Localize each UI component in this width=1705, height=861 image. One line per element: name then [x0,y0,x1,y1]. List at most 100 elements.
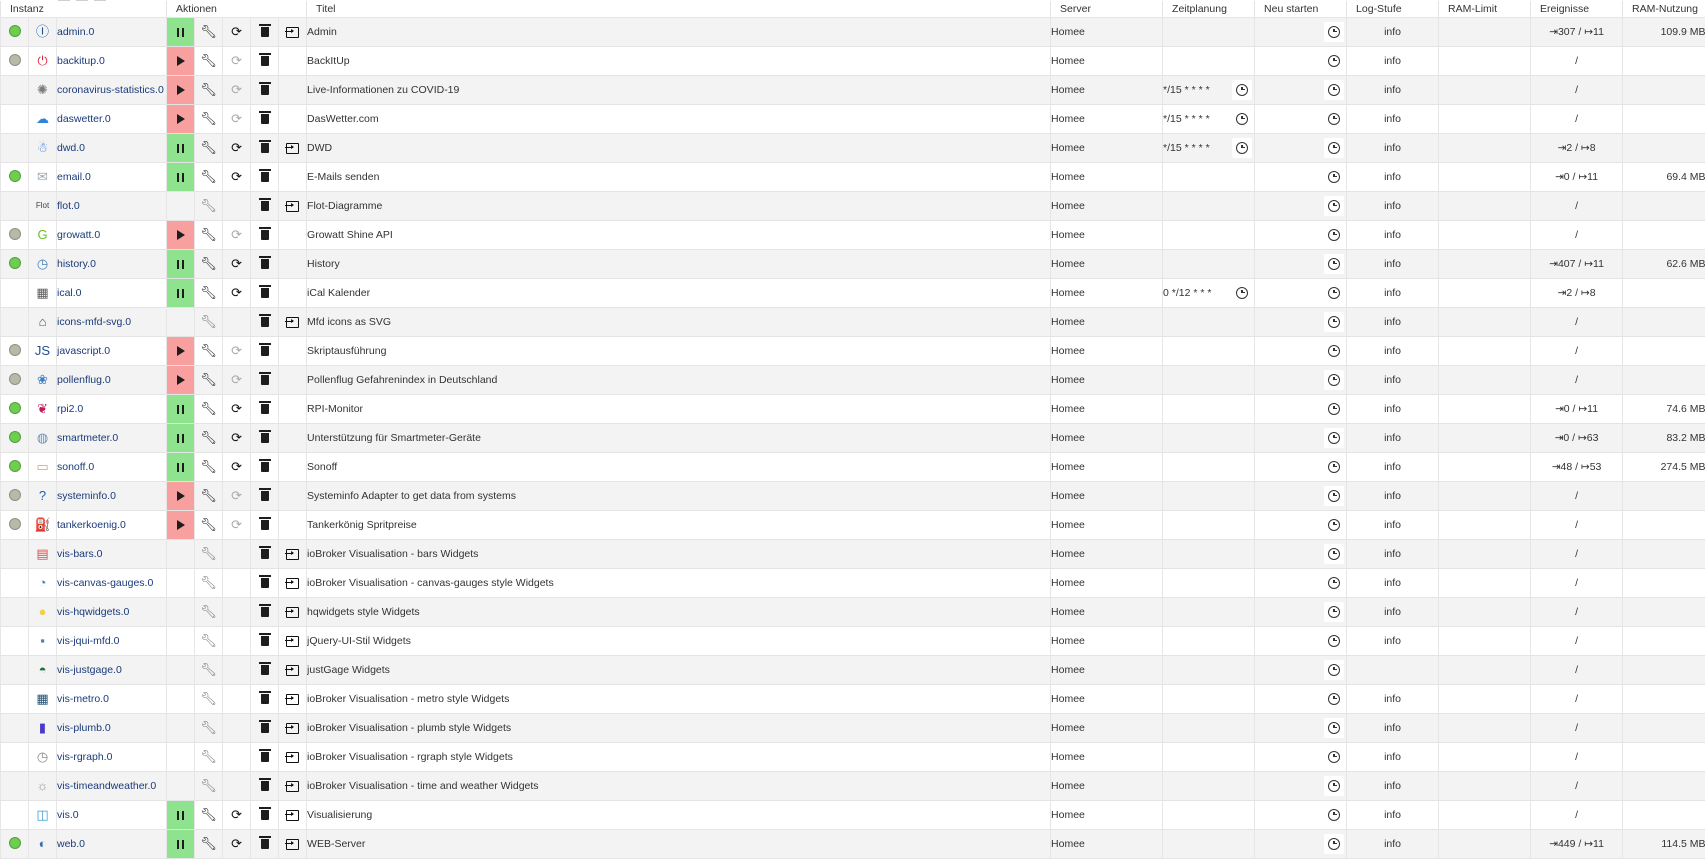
settings-button[interactable]: 🔧︎ [194,17,223,47]
instance-server[interactable]: Homee [1050,75,1163,105]
instance-link[interactable]: vis-rgraph.0 [58,751,113,763]
restart-schedule-cell[interactable] [1254,510,1347,540]
instance-link[interactable]: smartmeter.0 [58,432,119,444]
restart-schedule-cell[interactable] [1254,249,1347,279]
restart-button[interactable]: ⟳ [222,336,251,366]
restart-schedule-cell[interactable] [1254,46,1347,76]
instance-link[interactable]: vis.0 [58,809,79,821]
log-level[interactable]: info [1346,800,1439,830]
delete-button[interactable] [250,365,279,395]
settings-button[interactable]: 🔧︎ [194,626,223,656]
instance-server[interactable]: Homee [1050,568,1163,598]
schedule-button[interactable] [1232,80,1253,100]
settings-button[interactable]: 🔧︎ [194,104,223,134]
instance-link[interactable]: pollenflug.0 [58,374,111,386]
settings-button[interactable]: 🔧︎ [194,800,223,830]
restart-schedule-button[interactable] [1324,312,1345,332]
instance-name[interactable]: vis-plumb.0 [55,713,167,743]
open-web-button[interactable] [278,829,307,859]
instance-link[interactable]: dwd.0 [58,142,86,154]
header-actions[interactable]: Aktionen [166,1,307,18]
instance-link[interactable]: history.0 [58,258,96,270]
settings-button[interactable]: 🔧︎ [194,655,223,685]
ram-limit[interactable] [1438,278,1531,308]
delete-button[interactable] [250,249,279,279]
open-web-button[interactable] [278,742,307,772]
restart-schedule-button[interactable] [1324,776,1345,796]
instance-name[interactable]: admin.0 [55,17,167,47]
instance-server[interactable]: Homee [1050,191,1163,221]
ram-limit[interactable] [1438,568,1531,598]
restart-button[interactable]: ⟳ [222,394,251,424]
restart-schedule-button[interactable] [1324,254,1345,274]
settings-button[interactable]: 🔧︎ [194,307,223,337]
ram-limit[interactable] [1438,539,1531,569]
ram-limit[interactable] [1438,481,1531,511]
instance-link[interactable]: vis-jqui-mfd.0 [58,635,120,647]
pause-button[interactable] [166,278,195,308]
ram-limit[interactable] [1438,829,1531,859]
instance-link[interactable]: sonoff.0 [58,461,95,473]
instance-server[interactable]: Homee [1050,684,1163,714]
delete-button[interactable] [250,481,279,511]
restart-schedule-button[interactable] [1324,196,1345,216]
instance-server[interactable]: Homee [1050,17,1163,47]
open-web-button[interactable] [278,191,307,221]
instance-server[interactable]: Homee [1050,800,1163,830]
restart-schedule-cell[interactable] [1254,365,1347,395]
header-restart[interactable]: Neu starten [1254,1,1347,18]
delete-button[interactable] [250,46,279,76]
restart-schedule-button[interactable] [1324,834,1345,854]
instance-name[interactable]: vis-hqwidgets.0 [55,597,167,627]
instance-link[interactable]: admin.0 [58,26,95,38]
ram-limit[interactable] [1438,597,1531,627]
restart-schedule-cell[interactable] [1254,104,1347,134]
delete-button[interactable] [250,220,279,250]
instance-link[interactable]: vis-canvas-gauges.0 [58,577,154,589]
instance-link[interactable]: vis-hqwidgets.0 [58,606,130,618]
ram-limit[interactable] [1438,771,1531,801]
restart-schedule-cell[interactable] [1254,452,1347,482]
instance-name[interactable]: vis-justgage.0 [55,655,167,685]
ram-limit[interactable] [1438,684,1531,714]
start-button[interactable] [166,481,195,511]
restart-schedule-cell[interactable] [1254,336,1347,366]
instance-server[interactable]: Homee [1050,713,1163,743]
pause-button[interactable] [166,249,195,279]
delete-button[interactable] [250,539,279,569]
instance-server[interactable]: Homee [1050,336,1163,366]
instance-link[interactable]: vis-bars.0 [58,548,103,560]
restart-button[interactable]: ⟳ [222,249,251,279]
instance-name[interactable]: flot.0 [55,191,167,221]
instance-server[interactable]: Homee [1050,771,1163,801]
restart-button[interactable]: ⟳ [222,365,251,395]
restart-schedule-button[interactable] [1324,805,1345,825]
settings-button[interactable]: 🔧︎ [194,597,223,627]
restart-schedule-button[interactable] [1324,544,1345,564]
delete-button[interactable] [250,104,279,134]
instance-server[interactable]: Homee [1050,162,1163,192]
instance-link[interactable]: flot.0 [58,200,80,212]
restart-button[interactable]: ⟳ [222,104,251,134]
log-level[interactable]: info [1346,307,1439,337]
restart-schedule-cell[interactable] [1254,162,1347,192]
log-level[interactable]: info [1346,75,1439,105]
delete-button[interactable] [250,307,279,337]
restart-schedule-cell[interactable] [1254,539,1347,569]
instance-server[interactable]: Homee [1050,742,1163,772]
instance-server[interactable]: Homee [1050,539,1163,569]
settings-button[interactable]: 🔧︎ [194,771,223,801]
open-web-button[interactable] [278,539,307,569]
instance-name[interactable]: growatt.0 [55,220,167,250]
delete-button[interactable] [250,423,279,453]
instance-name[interactable]: icons-mfd-svg.0 [55,307,167,337]
restart-schedule-button[interactable] [1324,138,1345,158]
instance-link[interactable]: systeminfo.0 [58,490,116,502]
log-level[interactable]: info [1346,365,1439,395]
restart-schedule-cell[interactable] [1254,481,1347,511]
settings-button[interactable]: 🔧︎ [194,75,223,105]
restart-schedule-button[interactable] [1324,689,1345,709]
delete-button[interactable] [250,568,279,598]
header-events[interactable]: Ereignisse [1530,1,1623,18]
instance-link[interactable]: backitup.0 [58,55,105,67]
